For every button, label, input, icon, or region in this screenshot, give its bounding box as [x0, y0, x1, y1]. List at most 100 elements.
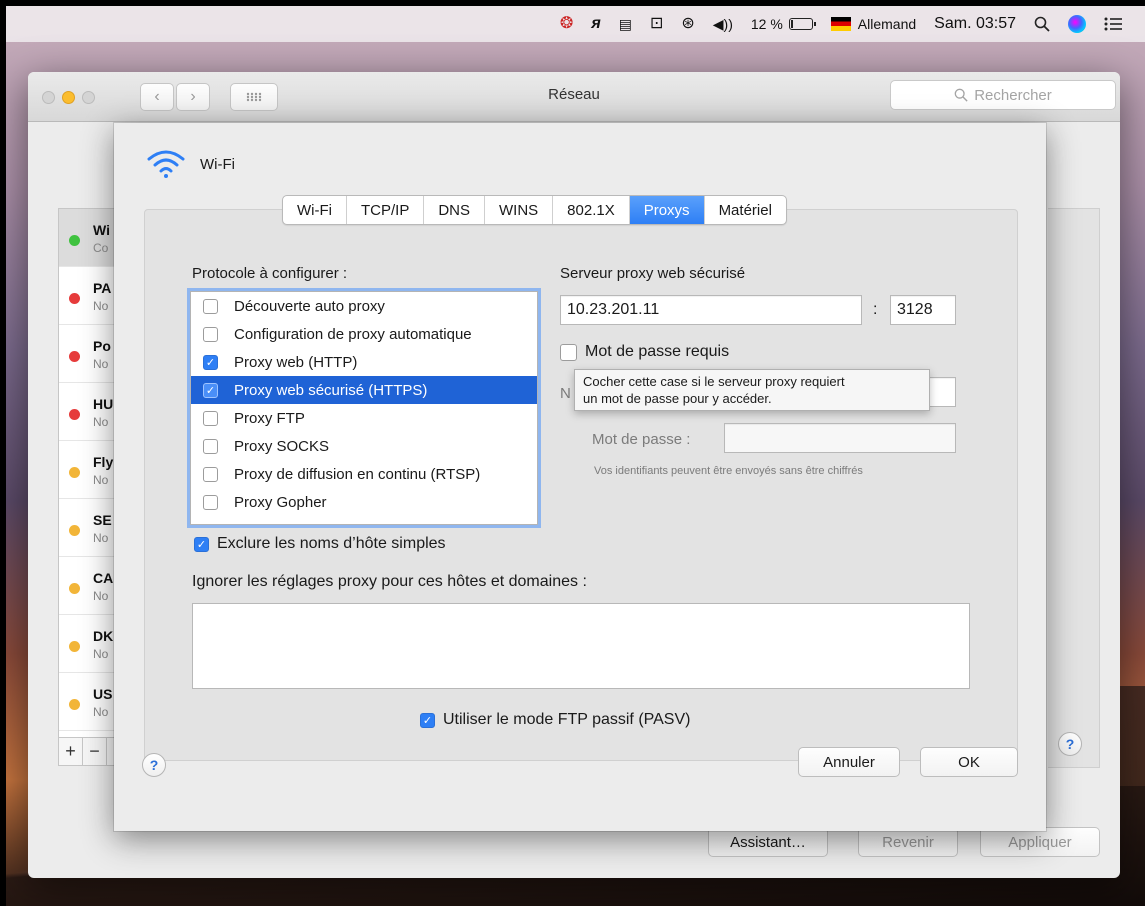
protocol-item[interactable]: Proxy de diffusion en continu (RTSP) [191, 460, 537, 488]
tab-mat-riel[interactable]: Matériel [705, 196, 786, 224]
protocol-item[interactable]: Proxy SOCKS [191, 432, 537, 460]
password-field[interactable] [724, 423, 956, 453]
protocol-list[interactable]: Découverte auto proxy Configuration de pr… [190, 291, 538, 525]
service-status: No [93, 473, 109, 487]
protocol-checkbox[interactable] [203, 298, 218, 314]
exclude-simple-hostnames-box: ✓ [194, 536, 209, 552]
creative-cloud-icon[interactable]: ❂ [551, 6, 582, 42]
proxy-port-field[interactable]: 3128 [890, 295, 956, 325]
bypass-hosts-textarea[interactable] [192, 603, 970, 689]
tab-wi-fi[interactable]: Wi-Fi [283, 196, 347, 224]
protocol-checkbox[interactable]: ✓ [203, 354, 218, 370]
tab-proxys[interactable]: Proxys [629, 196, 705, 224]
cancel-button[interactable]: Annuler [798, 747, 900, 777]
protocol-checkbox[interactable] [203, 410, 218, 426]
tooltip-line-1: Cocher cette case si le serveur proxy re… [583, 374, 845, 389]
battery-icon [788, 18, 816, 30]
assistant-label: Assistant… [730, 833, 806, 851]
service-list-controls: + − [58, 738, 118, 766]
input-source-menu[interactable]: Allemand [822, 6, 925, 42]
service-item[interactable]: DK No [59, 615, 117, 673]
checkmark-icon: ✓ [196, 538, 207, 551]
protocol-checkbox[interactable]: ✓ [203, 382, 218, 398]
protocol-item[interactable]: Proxy Gopher [191, 488, 537, 516]
notification-center-icon[interactable] [1095, 6, 1131, 42]
status-dot [69, 351, 80, 362]
remove-service-button[interactable]: − [83, 738, 107, 765]
service-item[interactable]: HU No [59, 383, 117, 441]
service-status: No [93, 705, 109, 719]
sheet-header: Wi-Fi [146, 149, 235, 179]
service-item[interactable]: US No [59, 673, 117, 731]
title-bar: ‹ › Réseau Rechercher [28, 72, 1120, 122]
service-item[interactable]: CA No [59, 557, 117, 615]
service-status: No [93, 357, 109, 371]
tab-802-1x[interactable]: 802.1X [553, 196, 630, 224]
service-item[interactable]: Po No [59, 325, 117, 383]
service-name: Wi [93, 222, 110, 238]
revert-label: Revenir [882, 833, 934, 851]
service-item[interactable]: Fly No [59, 441, 117, 499]
status-dot [69, 525, 80, 536]
protocol-checkbox[interactable] [203, 466, 218, 482]
service-item[interactable]: Wi Co [59, 209, 117, 267]
service-status: No [93, 531, 109, 545]
help-icon: ? [149, 757, 159, 773]
server-heading: Serveur proxy web sécurisé [560, 265, 746, 282]
battery-status[interactable]: 12 % [742, 6, 822, 42]
keyboard-icon[interactable]: ▤ [610, 6, 641, 42]
password-required-checkbox[interactable]: Mot de passe requis [560, 343, 729, 361]
protocol-item[interactable]: Proxy FTP [191, 404, 537, 432]
siri-icon[interactable] [1059, 6, 1095, 42]
port-separator: : [873, 301, 878, 318]
status-dot [69, 235, 80, 246]
volume-icon[interactable]: ◀)) [704, 6, 742, 42]
assistant-button[interactable]: Assistant… [708, 827, 828, 857]
protocol-label: Proxy SOCKS [234, 437, 330, 455]
ok-button[interactable]: OK [920, 747, 1018, 777]
status-dot [69, 583, 80, 594]
add-service-button[interactable]: + [59, 738, 83, 765]
tab-wins[interactable]: WINS [485, 196, 554, 224]
service-status: No [93, 589, 109, 603]
protocol-checkbox[interactable] [203, 438, 218, 454]
search-input[interactable]: Rechercher [890, 80, 1116, 110]
service-list[interactable]: Wi Co PA No Po No HU No Fly No SE No CA No DK No US No [58, 208, 118, 738]
airplay-icon[interactable]: ⊡ [641, 6, 672, 42]
status-dot [69, 409, 80, 420]
tab-tcp-ip[interactable]: TCP/IP [347, 196, 425, 224]
protocol-item[interactable]: Découverte auto proxy [191, 292, 537, 320]
window-help-button[interactable]: ? [1058, 732, 1082, 756]
tab-dns[interactable]: DNS [424, 196, 485, 224]
protocol-label: Découverte auto proxy [234, 297, 385, 315]
clock[interactable]: Sam. 03:57 [925, 6, 1025, 42]
service-name: PA [93, 280, 112, 296]
service-name: DK [93, 628, 114, 644]
service-name: HU [93, 396, 114, 412]
exclude-simple-hostnames-checkbox[interactable]: ✓ Exclure les noms d’hôte simples [194, 535, 446, 553]
passive-ftp-checkbox[interactable]: ✓ Utiliser le mode FTP passif (PASV) [420, 711, 690, 729]
protocol-checkbox[interactable] [203, 326, 218, 342]
spotlight-icon[interactable] [1025, 6, 1059, 42]
proxy-server-field[interactable]: 10.23.201.11 [560, 295, 862, 325]
protocol-item[interactable]: Configuration de proxy automatique [191, 320, 537, 348]
protocol-label: Proxy web sécurisé (HTTPS) [234, 381, 428, 399]
service-status: No [93, 415, 109, 429]
service-item[interactable]: PA No [59, 267, 117, 325]
service-status: Co [93, 241, 109, 255]
status-dot [69, 467, 80, 478]
sheet-help-button[interactable]: ? [142, 753, 166, 777]
protocol-checkbox[interactable] [203, 494, 218, 510]
status-dot [69, 641, 80, 652]
credentials-note: Vos identifiants peuvent être envoyés sa… [594, 465, 863, 477]
protocol-item[interactable]: ✓ Proxy web (HTTP) [191, 348, 537, 376]
passive-ftp-box: ✓ [420, 712, 435, 728]
script-icon[interactable]: ᴙ [582, 6, 609, 42]
sync-icon[interactable]: ⊛ [672, 6, 703, 42]
password-tooltip: Cocher cette case si le serveur proxy re… [574, 369, 930, 411]
protocol-item[interactable]: ✓ Proxy web sécurisé (HTTPS) [191, 376, 537, 404]
revert-button[interactable]: Revenir [858, 827, 958, 857]
service-item[interactable]: SE No [59, 499, 117, 557]
protocol-label: Configuration de proxy automatique [234, 325, 472, 343]
apply-button[interactable]: Appliquer [980, 827, 1100, 857]
